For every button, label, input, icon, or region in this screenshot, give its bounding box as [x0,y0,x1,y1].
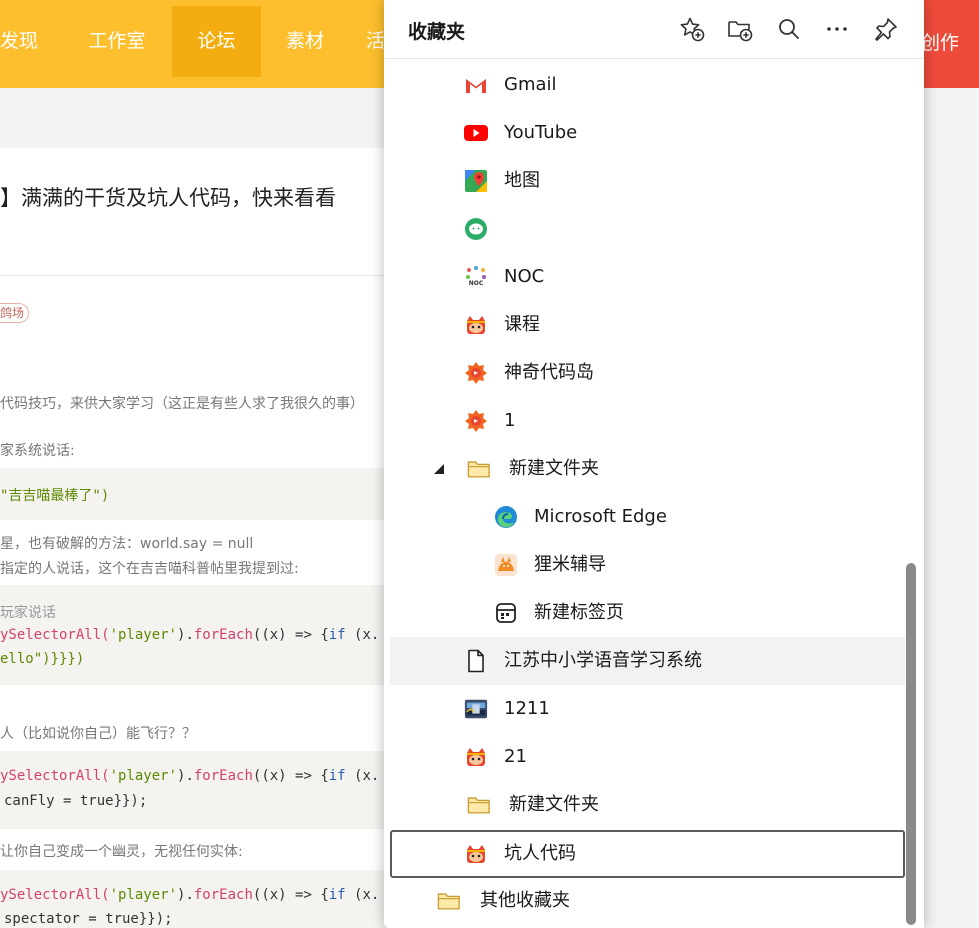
favorite-folder-new[interactable]: 新建文件夹 [390,781,905,829]
favorite-label: 狸米辅导 [534,554,606,575]
post-title: 】满满的干货及坑人代码，快来看看 [0,186,336,210]
favorite-item-21[interactable]: 21 [390,733,905,781]
favorite-item-microsoft-edge[interactable]: Microsoft Edge [390,493,905,541]
search-button[interactable] [773,13,805,45]
favorites-panel: 收藏夹 Gmail YouTube 地图 NOC NOC 课程 神奇代码岛 1 … [384,0,924,928]
paragraph: 人（比如说你自己）能飞行？？ [0,726,196,742]
codemao-icon [464,842,488,866]
post-tag[interactable]: 鸽场 [0,303,30,323]
favorite-label: 江苏中小学语音学习系统 [504,650,702,671]
favorite-label: 神奇代码岛 [504,362,594,383]
code-line: 玩家说话 [0,605,56,621]
paragraph: 代码技巧，来供大家学习（这正是有些人求了我很久的事） [0,396,364,412]
youtube-icon [464,121,488,145]
divider [0,275,400,276]
favorite-label: Microsoft Edge [534,506,667,527]
folder-icon [467,793,491,817]
folder-icon [467,457,491,481]
search-icon [779,19,799,39]
favorite-folder-other[interactable]: 其他收藏夹 [390,877,905,925]
favorite-label: 课程 [504,314,540,335]
code-line: ySelectorAll('player').forEach((x) => {i… [0,887,380,903]
nav-forum[interactable]: 论坛 [172,6,261,77]
nav-discover[interactable]: 发现 [0,6,48,77]
code-line: ello")}}}) [0,651,85,667]
more-icon [827,27,847,31]
codemao-icon [464,313,488,337]
add-folder-icon [728,21,753,42]
folder-icon [437,889,461,913]
wechat-icon [464,217,488,241]
paragraph: 让你自己变成一个幽灵，无视任何实体: [0,844,243,860]
create-button[interactable]: 创作 [919,0,979,88]
favorite-label: 坑人代码 [504,843,576,864]
favorite-item-1[interactable]: 1 [390,397,905,445]
paragraph: 指定的人说话，这个在吉吉喵科普帖里我提到过: [0,561,299,577]
favorite-label: YouTube [504,122,578,143]
code-line: ySelectorAll('player').forEach((x) => {i… [0,627,380,643]
nav-materials[interactable]: 素材 [268,6,342,77]
favorite-label: NOC [504,266,545,287]
favorite-item-noc[interactable]: NOC NOC [390,253,905,301]
nav-activity[interactable]: 活 [366,6,386,77]
new-tab-icon [494,601,518,625]
add-favorite-icon [680,17,705,42]
maps-icon [464,169,488,193]
favorite-label: 新建文件夹 [509,794,599,815]
favorite-label: 1 [504,410,516,431]
code-block: 玩家说话 ySelectorAll('player').forEach((x) … [0,585,400,685]
post-content: 】满满的干货及坑人代码，快来看看 鸽场 代码技巧，来供大家学习（这正是有些人求了… [0,148,400,928]
scrollbar-thumb[interactable] [906,563,916,925]
more-options-button[interactable] [821,13,853,45]
expand-collapse-icon[interactable] [434,464,444,474]
page-icon [464,649,488,673]
game-thumb-icon [464,697,488,721]
paragraph: 星，也有破解的方法：world.say = null [0,536,254,552]
code-island-icon [464,361,488,385]
svg-text:NOC: NOC [469,280,484,287]
favorite-item-maps[interactable]: 地图 [390,157,905,205]
favorite-item-limi[interactable]: 狸米辅导 [390,541,905,589]
favorite-label: Gmail [504,74,557,95]
code-line: spectator = true}}); [4,911,173,927]
favorite-item-youtube[interactable]: YouTube [390,109,905,157]
favorite-folder-new-expanded[interactable]: 新建文件夹 [390,445,905,493]
code-island-icon [464,409,488,433]
favorite-item-course[interactable]: 课程 [390,301,905,349]
code-line: ySelectorAll('player').forEach((x) => {i… [0,768,380,784]
code-line: "吉吉喵最棒了") [0,488,110,504]
code-line: canFly = true}}); [4,793,148,809]
favorite-item-new-tab[interactable]: 新建标签页 [390,589,905,637]
nav-studio[interactable]: 工作室 [72,6,162,77]
codemao-icon [464,745,488,769]
favorites-header: 收藏夹 [384,0,924,59]
favorite-label: 新建文件夹 [509,458,599,479]
add-folder-button[interactable] [724,13,756,45]
favorite-label: 1211 [504,698,550,719]
add-favorite-button[interactable] [676,13,708,45]
code-block: ySelectorAll('player').forEach((x) => {i… [0,751,400,829]
noc-icon: NOC [464,265,488,289]
edge-icon [494,505,518,529]
favorite-item-wechat[interactable] [390,205,905,253]
favorite-label: 新建标签页 [534,602,624,623]
favorites-title: 收藏夹 [408,21,466,43]
pin-icon [875,18,897,41]
favorite-label: 地图 [504,170,540,191]
favorite-item-gmail[interactable]: Gmail [390,61,905,109]
gmail-icon [464,73,488,97]
code-block: "吉吉喵最棒了") [0,468,400,520]
favorite-item-code-island[interactable]: 神奇代码岛 [390,349,905,397]
paragraph: 家系统说话: [0,443,75,459]
favorite-item-1211[interactable]: 1211 [390,685,905,733]
favorite-item-jiangsu-system[interactable]: 江苏中小学语音学习系统 [390,637,905,685]
limi-icon [494,553,518,577]
code-block: ySelectorAll('player').forEach((x) => {i… [0,870,400,928]
favorite-item-trick-code[interactable]: 坑人代码 [390,830,905,878]
favorite-label: 其他收藏夹 [480,890,570,911]
pin-button[interactable] [870,13,902,45]
favorite-label: 21 [504,746,527,767]
